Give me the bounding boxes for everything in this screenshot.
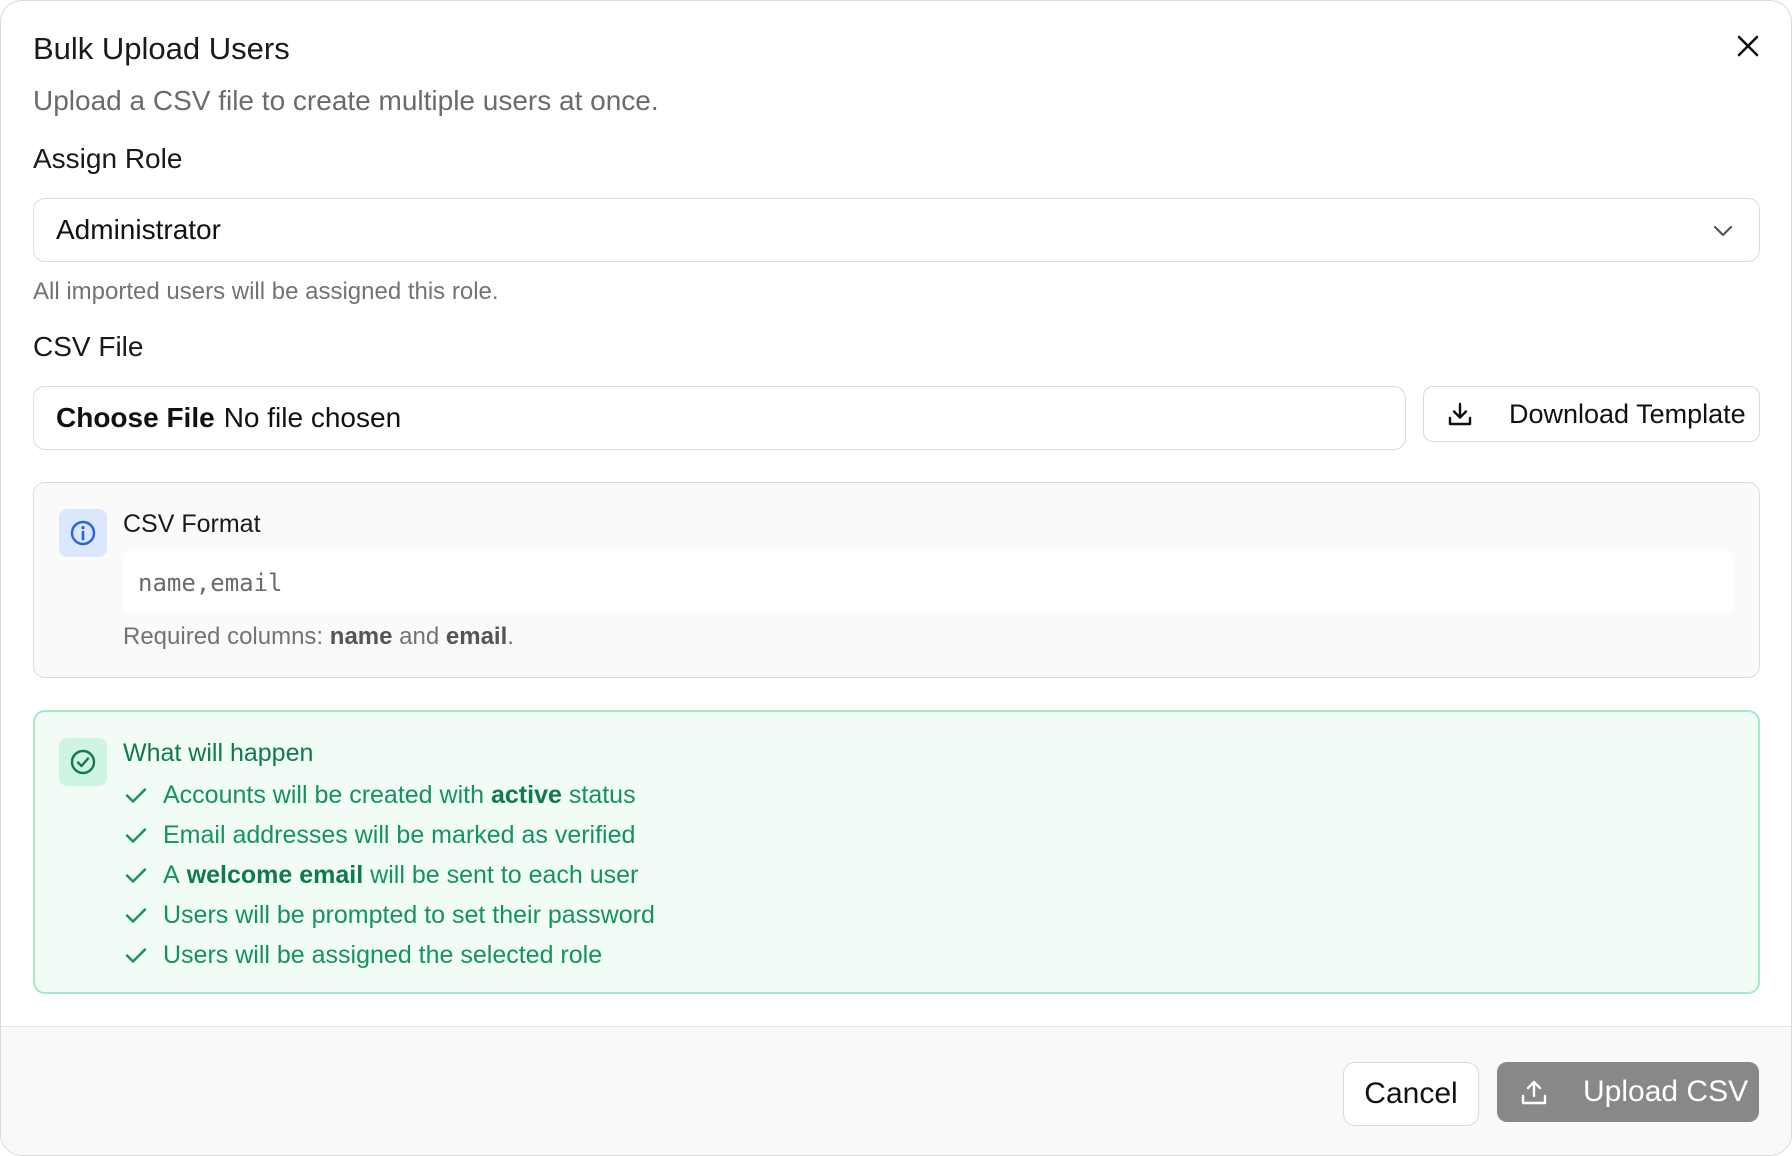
csv-file-input[interactable]: Choose File No file chosen [33,386,1406,450]
required-columns-text: Required columns: name and email. [123,623,514,650]
csv-format-panel: CSV Format name,email Required columns: … [33,482,1760,678]
what-will-happen-panel: What will happen Accounts will be create… [33,710,1760,994]
download-icon [1446,400,1474,428]
role-hint: All imported users will be assigned this… [33,278,499,305]
role-select-value: Administrator [56,214,221,245]
dialog-footer: Cancel Upload CSV [1,1026,1791,1155]
list-item: Accounts will be created with active statu… [123,775,655,815]
check-icon [123,902,149,928]
bulk-upload-dialog: Bulk Upload Users Upload a CSV file to c… [0,0,1792,1156]
close-icon [1737,35,1759,57]
list-item: Awelcome email will be sent to each user [123,855,655,895]
csv-format-title: CSV Format [123,510,261,538]
required-col-name: name [329,623,393,650]
required-col-email: email [445,623,508,650]
csv-format-code: name,email [123,551,1734,615]
upload-csv-label: Upload CSV [1583,1075,1749,1108]
assign-role-label: Assign Role [33,143,183,174]
file-status: No file chosen [223,402,402,433]
info-icon [59,509,107,557]
chevron-down-icon [1713,225,1733,237]
check-icon [123,862,149,888]
download-template-label: Download Template [1509,398,1746,429]
csv-file-label: CSV File [33,331,144,362]
choose-file-button[interactable]: Choose File [56,402,215,434]
download-template-button[interactable]: Download Template [1423,386,1760,442]
upload-icon [1519,1077,1549,1107]
dialog-subtitle: Upload a CSV file to create multiple use… [33,85,659,116]
dialog-title: Bulk Upload Users [33,31,290,66]
close-button[interactable] [1728,26,1768,66]
role-select[interactable]: Administrator [33,198,1760,262]
check-icon [123,822,149,848]
upload-csv-button[interactable]: Upload CSV [1497,1062,1759,1122]
check-circle-icon [59,738,107,786]
cancel-button[interactable]: Cancel [1343,1062,1479,1126]
what-will-happen-title: What will happen [123,739,314,767]
check-icon [123,782,149,808]
happen-list: Accounts will be created with active statu… [123,775,655,975]
list-item: Users will be prompted to set their pass… [123,895,655,935]
list-item: Users will be assigned the selected role [123,935,655,975]
list-item: Email addresses will be marked as verifi… [123,815,655,855]
check-icon [123,942,149,968]
